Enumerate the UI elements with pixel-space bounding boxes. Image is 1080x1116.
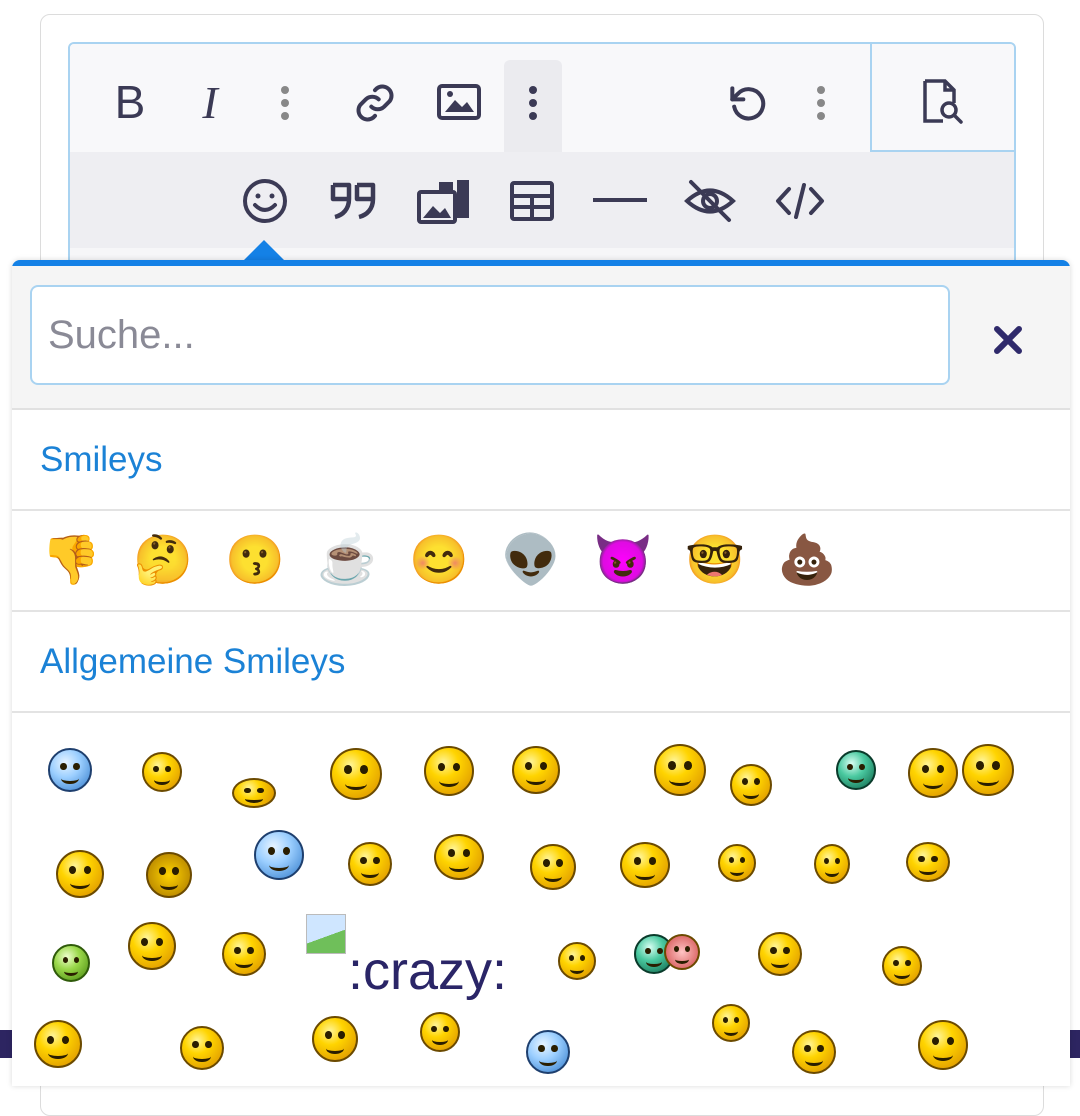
category-title-smileys: Smileys: [40, 440, 163, 479]
preview-button[interactable]: [916, 76, 970, 126]
spoiler-button[interactable]: [682, 176, 738, 226]
smiley-bye-icon[interactable]: [654, 744, 706, 796]
table-button[interactable]: [508, 178, 556, 224]
preview-button-area: [870, 44, 1014, 152]
smiley-hug-icon[interactable]: [908, 748, 958, 798]
close-button[interactable]: [980, 312, 1036, 368]
more-vertical-icon: [529, 86, 537, 120]
smiley-row4-6-icon[interactable]: [712, 1004, 750, 1042]
undo-button[interactable]: [722, 78, 772, 128]
smiley-scream-icon[interactable]: [348, 842, 392, 886]
toolbar-row-1: B I: [70, 44, 870, 152]
smiley-row4-5-icon[interactable]: [526, 1030, 570, 1074]
smiley-confused-icon[interactable]: [558, 942, 596, 980]
smiley-thumbs-up-icon[interactable]: [222, 932, 266, 976]
emoji-coffee[interactable]: ☕: [316, 528, 378, 590]
smiley-phone-icon[interactable]: [758, 932, 802, 976]
smiley-winter-icon[interactable]: [620, 842, 670, 888]
horizontal-rule-button[interactable]: [592, 192, 648, 208]
smiley-button[interactable]: [240, 176, 290, 226]
more-history-button[interactable]: [806, 80, 836, 126]
image-button[interactable]: [434, 80, 484, 124]
smiley-wave-icon[interactable]: [424, 746, 474, 796]
more-insert-button[interactable]: [518, 80, 548, 126]
quote-button[interactable]: [328, 178, 380, 224]
smiley-cool-rock-icon[interactable]: [146, 852, 192, 898]
smiley-row4-1-icon[interactable]: [34, 1020, 82, 1068]
smiley-row4-7-icon[interactable]: [792, 1030, 836, 1074]
italic-icon: I: [202, 76, 218, 128]
divider: [12, 610, 1070, 612]
smiley-applause-icon[interactable]: [330, 748, 382, 800]
gallery-button[interactable]: [416, 176, 472, 226]
emoji-poop[interactable]: 💩: [776, 528, 838, 590]
smiley-umbrella-icon[interactable]: [730, 764, 772, 806]
quote-icon: [330, 182, 376, 220]
preview-icon: [923, 79, 963, 124]
more-vertical-icon: [281, 86, 289, 120]
italic-button[interactable]: I: [184, 72, 236, 132]
popup-caret: [242, 240, 286, 262]
smiley-teeth-icon[interactable]: [836, 750, 876, 790]
smiley-kiss-red-icon[interactable]: [664, 934, 700, 970]
smiley-row4-3-icon[interactable]: [312, 1016, 358, 1062]
toolbar-row-2: [70, 152, 1014, 248]
more-vertical-icon: [817, 86, 825, 120]
smiley-blue-icon[interactable]: [48, 748, 92, 792]
emoji-devil[interactable]: 😈: [592, 528, 654, 590]
undo-icon: [730, 86, 766, 121]
spoiler-hidden-icon: [684, 180, 736, 222]
emoji-kissing[interactable]: 😗: [224, 528, 286, 590]
emoji-thumbs-down[interactable]: 👎: [40, 528, 102, 590]
link-button[interactable]: [350, 78, 400, 128]
smiley-shrug-icon[interactable]: [906, 842, 950, 882]
smiley-hug2-icon[interactable]: [962, 744, 1014, 796]
emoji-blush[interactable]: 😊: [408, 528, 470, 590]
table-icon: [510, 181, 554, 221]
smiley-icecream-icon[interactable]: [434, 834, 484, 880]
smiley-whistle-icon[interactable]: [512, 746, 560, 794]
emoji-nerd[interactable]: 🤓: [684, 528, 746, 590]
smiley-grin-icon[interactable]: [142, 752, 182, 792]
category-title-general-smileys: Allgemeine Smileys: [40, 642, 346, 681]
divider: [12, 711, 1070, 713]
smiley-laugh-icon[interactable]: [232, 778, 276, 808]
smiley-icon: [243, 179, 287, 223]
more-options-button[interactable]: [270, 80, 300, 126]
image-icon: [437, 84, 481, 120]
rich-text-editor: B I: [68, 42, 1016, 286]
emoji-thinking[interactable]: 🤔: [132, 528, 194, 590]
smiley-row4-4-icon[interactable]: [420, 1012, 460, 1052]
smiley-sad-icon[interactable]: [718, 844, 756, 882]
smiley-mouse-icon[interactable]: [814, 844, 850, 884]
emoji-alien[interactable]: 👽: [500, 528, 562, 590]
gallery-icon: [417, 180, 469, 224]
broken-image-icon: [306, 914, 346, 954]
smiley-thumbs-down-icon[interactable]: [128, 922, 176, 970]
smiley-neutral-icon[interactable]: [530, 844, 576, 890]
smiley-crazy-alt-text[interactable]: :crazy:: [348, 940, 507, 1002]
divider: [12, 509, 1070, 511]
code-button[interactable]: [774, 178, 826, 224]
link-icon: [356, 84, 394, 122]
bold-button[interactable]: B: [104, 72, 156, 132]
bold-icon: B: [114, 76, 146, 128]
search-row: [12, 266, 1070, 410]
code-icon: [776, 183, 824, 219]
emoji-search-input[interactable]: [30, 285, 950, 385]
smiley-angry-icon[interactable]: [56, 850, 104, 898]
smiley-row4-2-icon[interactable]: [180, 1026, 224, 1070]
smiley-row4-8-icon[interactable]: [918, 1020, 968, 1070]
smiley-green-icon[interactable]: [52, 944, 90, 982]
smiley-hungry-icon[interactable]: [254, 830, 304, 880]
horizontal-rule-icon: [593, 198, 647, 202]
close-icon: [994, 326, 1022, 354]
smiley-computer-icon[interactable]: [882, 946, 922, 986]
